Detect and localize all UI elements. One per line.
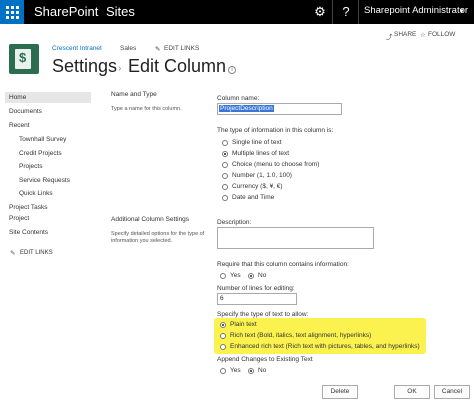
nav-item-home[interactable]: Home xyxy=(5,92,91,103)
append-yes[interactable]: Yes xyxy=(220,367,241,374)
share-icon[interactable]: ⤴ xyxy=(386,31,393,41)
radio-button[interactable] xyxy=(220,272,226,279)
page-subtitle: Edit Column xyxy=(128,56,227,76)
nav-item-site-contents[interactable]: Site Contents xyxy=(9,229,48,236)
chevron-down-icon[interactable]: ▾ xyxy=(460,7,464,15)
option-label: Single line of text xyxy=(232,139,282,146)
type-option[interactable]: Currency ($, ¥, €) xyxy=(222,183,283,190)
star-icon[interactable]: ☆ xyxy=(420,31,426,39)
share-button[interactable]: SHARE xyxy=(394,31,416,38)
text-type-option[interactable]: Enhanced rich text (Rich text with pictu… xyxy=(220,343,420,350)
app-launcher-icon[interactable] xyxy=(0,0,24,24)
option-label: No xyxy=(258,367,267,374)
name-type-description: Type a name for this column. xyxy=(111,106,182,112)
delete-button[interactable]: Delete xyxy=(322,385,358,399)
option-label: Choice (menu to choose from) xyxy=(232,161,320,168)
description-label: Description: xyxy=(217,219,252,226)
text-type-label: Specify the type of text to allow: xyxy=(217,311,309,318)
breadcrumb-sales[interactable]: Sales xyxy=(120,45,136,52)
option-label: Plain text xyxy=(230,321,257,328)
radio-button[interactable] xyxy=(222,172,228,179)
option-label: Multiple lines of text xyxy=(232,150,290,157)
require-yes[interactable]: Yes xyxy=(220,272,241,279)
nav-item-documents[interactable]: Documents xyxy=(9,108,42,115)
column-name-input[interactable]: ProjectDescription xyxy=(217,103,342,115)
radio-button[interactable] xyxy=(220,321,226,328)
type-option[interactable]: Number (1, 1.0, 100) xyxy=(222,172,292,179)
pencil-icon[interactable]: ✎ xyxy=(10,249,15,257)
breadcrumb-site[interactable]: Crescent Intranet xyxy=(52,45,102,52)
radio-button[interactable] xyxy=(220,343,226,350)
pencil-icon[interactable]: ✎ xyxy=(155,45,160,53)
option-label: Rich text (Bold, italics, text alignment… xyxy=(230,332,372,339)
sites-link[interactable]: Sites xyxy=(106,4,135,19)
ok-button[interactable]: OK xyxy=(394,385,430,399)
text-type-option[interactable]: Plain text xyxy=(220,321,257,328)
additional-description-2: information you selected. xyxy=(111,238,173,244)
option-label: Date and Time xyxy=(232,194,275,201)
append-no[interactable]: No xyxy=(248,367,266,374)
divider xyxy=(358,0,359,24)
edit-links-top[interactable]: EDIT LINKS xyxy=(164,45,199,52)
gear-icon[interactable]: ⚙ xyxy=(308,0,332,24)
text-type-option[interactable]: Rich text (Bold, italics, text alignment… xyxy=(220,332,371,339)
option-label: No xyxy=(258,272,267,279)
description-input[interactable] xyxy=(217,227,374,249)
radio-button[interactable] xyxy=(220,367,226,374)
radio-button[interactable] xyxy=(220,332,226,339)
info-icon[interactable]: i xyxy=(228,66,236,74)
brand-link[interactable]: SharePoint xyxy=(34,4,98,19)
column-name-value: ProjectDescription xyxy=(219,105,274,112)
option-label: Yes xyxy=(230,272,241,279)
nav-item-project[interactable]: Project xyxy=(9,215,29,222)
nav-item-townhall[interactable]: Townhall Survey xyxy=(19,136,66,143)
column-name-label: Column name: xyxy=(217,95,260,102)
nav-item-service[interactable]: Service Requests xyxy=(19,177,70,184)
name-type-heading: Name and Type xyxy=(111,91,157,98)
lines-label: Number of lines for editing: xyxy=(217,285,295,292)
radio-button[interactable] xyxy=(222,183,228,190)
option-label: Enhanced rich text (Rich text with pictu… xyxy=(230,343,420,350)
radio-button[interactable] xyxy=(222,139,228,146)
page-title: Settings xyxy=(52,56,118,76)
suite-bar: SharePoint Sites ⚙ ? Sharepoint Administ… xyxy=(0,0,474,24)
radio-button[interactable] xyxy=(248,367,254,374)
follow-button[interactable]: FOLLOW xyxy=(428,31,455,38)
cancel-button[interactable]: Cancel xyxy=(434,385,470,399)
radio-button[interactable] xyxy=(222,194,228,201)
append-label: Append Changes to Existing Text xyxy=(217,356,313,363)
additional-description-1: Specify detailed options for the type of xyxy=(111,231,205,237)
require-label: Require that this column contains inform… xyxy=(217,261,349,268)
nav-item-project-tasks[interactable]: Project Tasks xyxy=(9,204,48,211)
radio-button[interactable] xyxy=(222,150,228,157)
lines-input[interactable]: 6 xyxy=(217,293,297,305)
nav-item-projects[interactable]: Projects xyxy=(19,163,42,170)
option-label: Yes xyxy=(230,367,241,374)
radio-button[interactable] xyxy=(248,272,254,279)
divider xyxy=(332,0,333,24)
option-label: Number (1, 1.0, 100) xyxy=(232,172,292,179)
nav-item-credit[interactable]: Credit Projects xyxy=(19,150,62,157)
option-label: Currency ($, ¥, €) xyxy=(232,183,283,190)
type-label: The type of information in this column i… xyxy=(217,127,334,134)
type-option[interactable]: Choice (menu to choose from) xyxy=(222,161,319,168)
help-icon[interactable]: ? xyxy=(334,0,358,24)
nav-edit-links[interactable]: EDIT LINKS xyxy=(20,250,53,256)
nav-item-quick-links[interactable]: Quick Links xyxy=(19,190,53,197)
type-option[interactable]: Date and Time xyxy=(222,194,274,201)
require-no[interactable]: No xyxy=(248,272,266,279)
site-logo[interactable] xyxy=(9,44,39,74)
title-separator: › xyxy=(118,63,122,74)
user-menu[interactable]: Sharepoint Administrator xyxy=(364,5,468,16)
type-option[interactable]: Multiple lines of text xyxy=(222,150,289,157)
nav-item-recent[interactable]: Recent xyxy=(9,122,30,129)
additional-heading: Additional Column Settings xyxy=(111,216,190,223)
radio-button[interactable] xyxy=(222,161,228,168)
type-option[interactable]: Single line of text xyxy=(222,139,282,146)
